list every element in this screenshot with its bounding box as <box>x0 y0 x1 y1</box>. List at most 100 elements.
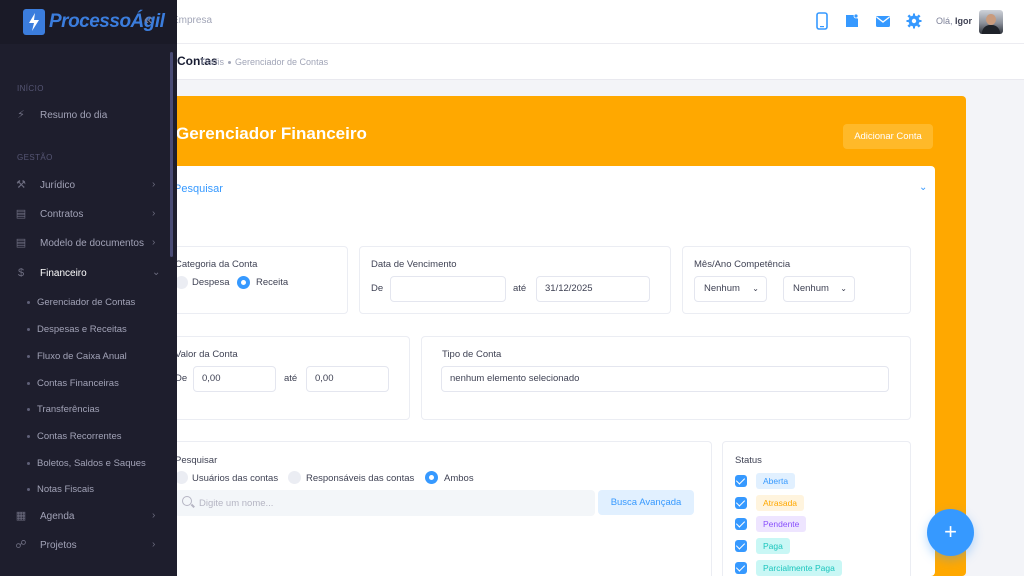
brand-bar: ProcessoÁgil « <box>0 0 177 44</box>
name-search-input[interactable] <box>199 490 579 516</box>
year-select[interactable]: Nenhum ⌄ <box>783 276 855 302</box>
filter-toggle[interactable]: Pesquisar <box>174 183 223 195</box>
sidebar-item-projetos[interactable]: ☍ Projetos › <box>0 532 170 560</box>
sidebar-item-financeiro[interactable]: $ Financeiro ⌄ <box>0 260 170 288</box>
bullet <box>27 328 30 331</box>
radio-despesa-label: Despesa <box>192 277 230 288</box>
sidebar: ProcessoÁgil « INÍCIO ⚡︎ Resumo do dia G… <box>0 0 177 576</box>
document-icon: ▤ <box>15 208 27 220</box>
user-greeting[interactable]: Olá, Igor <box>936 16 972 26</box>
valor-from-input[interactable]: 0,00 <box>193 366 276 392</box>
sidebar-subitem-label: Contas Recorrentes <box>37 431 122 442</box>
chevron-down-icon: ⌄ <box>752 284 759 293</box>
status-badge: Aberta <box>756 473 796 489</box>
sidebar-subitem-label: Fluxo de Caixa Anual <box>37 351 127 362</box>
hammer-icon: ⚒ <box>16 179 26 191</box>
sidebar-subitem-transferencias[interactable]: Transferências <box>0 396 170 422</box>
year-select-value: Nenhum <box>793 283 829 294</box>
sidebar-subitem-label: Boletos, Saldos e Saques <box>37 458 146 469</box>
vencimento-to-input[interactable]: 31/12/2025 <box>536 276 650 302</box>
avatar[interactable] <box>979 10 1003 34</box>
gear-icon[interactable] <box>905 12 923 30</box>
sidebar-item-label: Agenda <box>40 511 75 522</box>
sidebar-item-agenda[interactable]: ▦ Agenda › <box>0 503 170 531</box>
mobile-icon[interactable] <box>813 12 831 30</box>
collapse-sidebar-icon[interactable]: « <box>144 11 152 28</box>
sidebar-item-modelo-documentos[interactable]: ▤ Modelo de documentos › <box>0 230 170 258</box>
diagram-icon: ☍ <box>15 539 27 551</box>
bullet <box>27 301 30 304</box>
sidebar-item-juridico[interactable]: ⚒ Jurídico › <box>0 172 170 200</box>
status-checkbox-parcialmente-paga[interactable] <box>735 562 747 574</box>
sidebar-subitem-gerenciador[interactable]: Gerenciador de Contas <box>0 289 170 315</box>
search-icon <box>182 496 192 506</box>
add-account-button[interactable]: Adicionar Conta <box>843 124 933 149</box>
section-gestao: GESTÃO <box>17 153 53 162</box>
sidebar-scrollbar[interactable] <box>170 52 173 257</box>
radio-responsaveis[interactable] <box>288 471 301 484</box>
radio-ambos-label: Ambos <box>444 473 474 484</box>
sidebar-subitem-label: Notas Fiscais <box>37 484 95 495</box>
mail-icon[interactable] <box>874 12 892 30</box>
user-name: Igor <box>955 16 973 26</box>
chevron-down-icon[interactable]: ⌄ <box>919 182 927 193</box>
status-badge: Pendente <box>756 516 807 532</box>
status-checkbox-atrasada[interactable] <box>735 497 747 509</box>
sidebar-subitem-notas[interactable]: Notas Fiscais <box>0 476 170 502</box>
radio-responsaveis-label: Responsáveis das contas <box>306 473 415 484</box>
bolt-icon: ⚡︎ <box>17 109 25 121</box>
breadcrumb-item[interactable]: Perfis <box>201 57 224 67</box>
status-badge: Paga <box>756 538 790 554</box>
advanced-search-button[interactable]: Busca Avançada <box>598 490 694 515</box>
radio-receita[interactable] <box>237 276 250 289</box>
pesquisar-label: Pesquisar <box>175 455 218 466</box>
sidebar-item-label: Projetos <box>40 540 77 551</box>
valor-to-input[interactable]: 0,00 <box>306 366 389 392</box>
bullet <box>27 488 30 491</box>
sidebar-subitem-label: Despesas e Receitas <box>37 324 127 335</box>
sidebar-item-contratos[interactable]: ▤ Contratos › <box>0 201 170 229</box>
categoria-box <box>160 246 348 314</box>
status-badge: Parcialmente Paga <box>756 560 842 576</box>
sidebar-subitem-fluxo[interactable]: Fluxo de Caixa Anual <box>0 343 170 369</box>
radio-receita-label: Receita <box>256 277 289 288</box>
sidebar-subitem-boletos[interactable]: Boletos, Saldos e Saques <box>0 450 170 476</box>
notes-icon[interactable] <box>843 12 861 30</box>
tipo-select[interactable]: nenhum elemento selecionado <box>441 366 889 392</box>
sidebar-subitem-label: Transferências <box>37 404 100 415</box>
section-inicio: INÍCIO <box>17 84 44 93</box>
breadcrumb-separator <box>228 61 232 65</box>
month-select-value: Nenhum <box>704 283 740 294</box>
company-search[interactable]: Empresa <box>172 15 212 26</box>
radio-ambos[interactable] <box>425 471 438 484</box>
valor-to-label: até <box>284 373 298 384</box>
sidebar-subitem-recorrentes[interactable]: Contas Recorrentes <box>0 423 170 449</box>
sidebar-item-resumo[interactable]: ⚡︎ Resumo do dia <box>0 102 170 130</box>
name-search-box <box>175 490 595 516</box>
status-checkbox-paga[interactable] <box>735 540 747 552</box>
sidebar-subitem-contas-financeiras[interactable]: Contas Financeiras <box>0 370 170 396</box>
chevron-down-icon: ⌄ <box>152 267 161 278</box>
chevron-right-icon: › <box>152 237 156 248</box>
bullet <box>27 408 30 411</box>
sidebar-item-label: Modelo de documentos <box>40 238 144 249</box>
breadcrumb-item[interactable]: Gerenciador de Contas <box>235 57 328 67</box>
chevron-right-icon: › <box>152 539 156 550</box>
sidebar-item-label: Resumo do dia <box>40 110 108 121</box>
month-select[interactable]: Nenhum ⌄ <box>694 276 767 302</box>
floating-add-button[interactable]: + <box>927 509 974 556</box>
categoria-label: Categoria da Conta <box>175 259 258 270</box>
vencimento-from-label: De <box>371 283 384 294</box>
bullet <box>27 382 30 385</box>
bullet <box>27 355 30 358</box>
calendar-icon: ▦ <box>15 510 27 522</box>
tipo-label: Tipo de Conta <box>442 349 502 360</box>
document-icon: ▤ <box>15 237 27 249</box>
vencimento-from-input[interactable] <box>390 276 506 302</box>
sidebar-subitem-despesas[interactable]: Despesas e Receitas <box>0 316 170 342</box>
sidebar-item-label: Jurídico <box>40 180 76 191</box>
logo-icon <box>23 9 45 35</box>
panel-title: Gerenciador Financeiro <box>176 124 367 143</box>
status-checkbox-pendente[interactable] <box>735 518 747 530</box>
status-checkbox-aberta[interactable] <box>735 475 747 487</box>
